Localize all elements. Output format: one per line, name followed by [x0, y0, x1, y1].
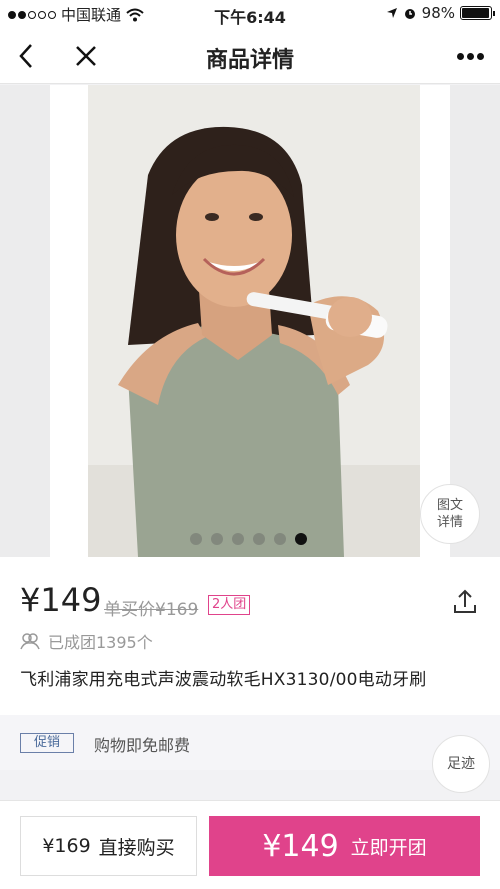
start-group-button[interactable]: ¥149 立即开团 [209, 816, 480, 876]
battery-percent: 98% [421, 4, 455, 22]
promotion-tag: 促销 [20, 733, 74, 753]
pagination-dot[interactable] [190, 533, 202, 545]
more-dot-icon [476, 52, 484, 60]
product-gallery[interactable] [0, 85, 500, 557]
pagination-dot[interactable] [274, 533, 286, 545]
close-button[interactable] [68, 38, 104, 74]
more-dot-icon [466, 52, 474, 60]
detail-badge-line1: 图文 [436, 498, 463, 513]
group-people-icon [20, 633, 40, 650]
share-icon [454, 589, 476, 613]
status-right: 98% [386, 4, 495, 22]
product-title: 飞利浦家用充电式声波震动软毛HX3130/00电动牙刷 [20, 670, 427, 690]
back-button[interactable] [8, 38, 44, 74]
group-button-price: ¥149 [262, 828, 339, 864]
more-dot-icon [456, 52, 464, 60]
pagination-dot[interactable] [295, 533, 307, 545]
alarm-icon [404, 9, 415, 19]
pagination-dot[interactable] [211, 533, 223, 545]
battery-level [462, 8, 490, 18]
direct-label: 直接购买 [98, 836, 175, 859]
gallery-pagination [190, 533, 307, 545]
single-buy-price: 单买价¥169 [104, 600, 199, 620]
group-button-label: 立即开团 [350, 836, 427, 859]
close-icon [76, 46, 96, 66]
buy-direct-button[interactable]: ¥169 直接购买 [20, 816, 197, 876]
promotion-row[interactable]: 促销 购物即免邮费 [0, 715, 500, 770]
woman-brushing-teeth-photo [88, 85, 420, 557]
footprint-button[interactable]: 足迹 [432, 735, 490, 793]
battery-icon [460, 6, 495, 20]
detail-badge-line2: 详情 [436, 515, 463, 530]
pagination-dot[interactable] [232, 533, 244, 545]
status-bar: 中国联通 下午6:44 98% [0, 0, 500, 28]
group-price: ¥149 [20, 581, 102, 619]
promotion-text: 购物即免邮费 [94, 736, 191, 755]
more-menu-button[interactable] [450, 40, 490, 72]
direct-price: ¥169 [42, 835, 91, 857]
groups-formed-row: 已成团1395个 [20, 629, 153, 653]
product-image[interactable] [88, 85, 420, 557]
group-size-badge: 2人团 [208, 595, 251, 615]
location-arrow-icon [386, 8, 397, 18]
nav-bar: 商品详情 [0, 28, 500, 84]
share-button[interactable] [450, 587, 480, 617]
bottom-action-bar: ¥169 直接购买 ¥149 立即开团 [0, 800, 500, 889]
pagination-dot[interactable] [253, 533, 265, 545]
product-info: ¥149 单买价¥169 2人团 已成团1395个 飞利浦家用充电式声波震动软毛… [0, 557, 500, 715]
chevron-left-icon [19, 44, 32, 68]
image-text-detail-button[interactable]: 图文 详情 [420, 484, 480, 544]
gallery-prev-peek [0, 85, 50, 557]
groups-formed-count: 已成团1395个 [48, 633, 153, 652]
